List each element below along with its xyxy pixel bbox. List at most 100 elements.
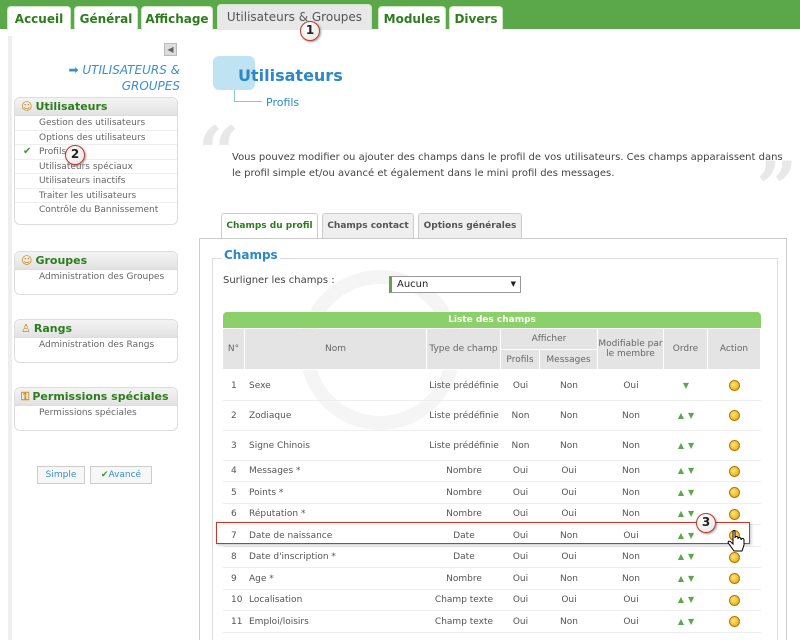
sidebar-section-permissions: ⚿ Permissions spéciales Permissions spéci… (14, 387, 178, 431)
sidebar-item-gestion[interactable]: Gestion des utilisateurs (15, 116, 177, 131)
cell-messages: Oui (561, 509, 577, 519)
edit-icon[interactable] (729, 440, 740, 451)
table-row: 9 Age * Nombre Oui Non Non ▲ ▼ (223, 569, 761, 590)
cell-name: Sexe (249, 380, 271, 391)
tab-utilisateurs-groupes[interactable]: Utilisateurs & Groupes (217, 4, 372, 30)
move-up-icon[interactable]: ▲ (678, 552, 684, 562)
order-controls: ▲ ▼ (664, 401, 708, 430)
tab-affichage[interactable]: Affichage (141, 6, 213, 30)
hand-cursor-icon (727, 530, 745, 552)
tab-general[interactable]: Général (74, 6, 138, 30)
cell-profiles: Oui (512, 487, 529, 498)
move-down-icon[interactable]: ▼ (688, 411, 694, 421)
order-controls: ▲ ▼ (664, 461, 708, 481)
tab-options-generales[interactable]: Options générales (418, 213, 522, 238)
sidebar-heading-groupes: ☺ Groupes (15, 252, 177, 270)
sidebar-item-options[interactable]: Options des utilisateurs (15, 131, 177, 145)
move-down-icon[interactable]: ▼ (688, 595, 694, 605)
cell-editable: Non (622, 410, 640, 421)
edit-icon[interactable] (729, 616, 740, 627)
move-up-icon[interactable]: ▲ (678, 574, 684, 584)
cell-type: Liste prédéfinie (429, 380, 499, 391)
move-down-icon[interactable]: ▼ (688, 441, 694, 451)
cell-profiles: Oui (512, 616, 529, 627)
cell-name: Signe Chinois (249, 440, 310, 451)
cell-messages: Non (560, 440, 578, 451)
cell-n: 4 (231, 466, 237, 476)
cell-editable: Oui (623, 595, 639, 605)
cell-name: Points * (249, 487, 284, 498)
edit-icon[interactable] (729, 410, 740, 421)
move-down-icon[interactable]: ▼ (688, 466, 694, 476)
move-down-icon[interactable]: ▼ (688, 509, 694, 519)
sidebar-item-inactifs[interactable]: Utilisateurs inactifs (15, 174, 177, 189)
cell-n: 6 (231, 509, 237, 519)
cell-type: Nombre (446, 487, 482, 498)
order-controls: ▲ ▼ (664, 569, 708, 589)
sidebar-item-traiter[interactable]: Traiter les utilisateurs (15, 189, 177, 203)
cell-editable: Oui (623, 380, 639, 391)
col-header-messages: Messages (540, 350, 598, 370)
move-up-icon[interactable]: ▲ (678, 488, 684, 498)
move-down-icon[interactable]: ▼ (688, 552, 694, 562)
cell-type: Champ texte (434, 616, 494, 627)
sidebar-item-speciaux[interactable]: Utilisateurs spéciaux (15, 160, 177, 174)
cell-profiles: Oui (512, 466, 529, 476)
highlight-select[interactable]: Aucun ▼ (389, 276, 521, 293)
sidebar-item-admin-rangs[interactable]: Administration des Rangs (15, 338, 177, 353)
cell-type: Champ texte (434, 595, 494, 605)
sidebar-section-utilisateurs: ☺ Utilisateurs Gestion des utilisateurs O… (14, 97, 178, 225)
move-up-icon[interactable]: ▲ (678, 617, 684, 627)
col-header-name: Nom (245, 329, 427, 370)
table-row: 4 Messages * Nombre Oui Oui Non ▲ ▼ (223, 461, 761, 482)
edit-icon[interactable] (729, 487, 740, 498)
sidebar-border (8, 36, 12, 640)
sidebar-item-bannissement[interactable]: Contrôle du Bannissement (15, 203, 177, 218)
col-header-show: Afficher (501, 329, 598, 350)
tab-champs-profil[interactable]: Champs du profil (221, 213, 318, 239)
advanced-mode-button[interactable]: ✔Avancé (90, 466, 152, 484)
cell-editable: Non (622, 466, 640, 476)
sidebar-item-profils[interactable]: ✔ Profils (15, 145, 177, 160)
edit-icon[interactable] (729, 380, 740, 391)
tab-modules[interactable]: Modules (378, 6, 446, 30)
action-cell (708, 401, 761, 430)
edit-icon[interactable] (729, 573, 740, 584)
cell-messages: Non (560, 380, 578, 391)
sidebar-heading-rangs: ♙ Rangs (15, 320, 177, 338)
move-up-icon[interactable]: ▲ (678, 509, 684, 519)
tab-divers[interactable]: Divers (449, 6, 503, 30)
title-connector-arrow (234, 101, 262, 102)
tab-champs-contact[interactable]: Champs contact (322, 213, 414, 238)
move-down-icon[interactable]: ▼ (688, 574, 694, 584)
edit-icon[interactable] (729, 465, 740, 477)
cell-n: 3 (231, 440, 237, 451)
move-down-icon[interactable]: ▼ (683, 381, 689, 391)
move-up-icon[interactable]: ▲ (678, 595, 684, 605)
move-up-icon[interactable]: ▲ (678, 411, 684, 421)
cell-n: 8 (231, 552, 237, 562)
action-cell (708, 569, 761, 589)
cell-messages: Oui (561, 595, 577, 605)
cell-type: Nombre (446, 509, 482, 519)
cell-messages: Non (560, 573, 578, 584)
tab-accueil[interactable]: Accueil (7, 6, 71, 30)
action-cell (708, 431, 761, 460)
move-up-icon[interactable]: ▲ (678, 441, 684, 451)
move-up-icon[interactable]: ▲ (678, 466, 684, 476)
user-icon: ☺ (21, 100, 33, 113)
group-icon: ☺ (21, 254, 33, 267)
move-down-icon[interactable]: ▼ (688, 488, 694, 498)
cell-name: Messages * (249, 466, 301, 476)
cell-n: 11 (231, 616, 243, 627)
edit-icon[interactable] (729, 508, 740, 520)
cell-editable: Non (622, 487, 640, 498)
simple-mode-button[interactable]: Simple (37, 466, 85, 484)
sidebar-item-admin-groupes[interactable]: Administration des Groupes (15, 270, 177, 285)
step-marker-1: 1 (300, 21, 320, 41)
move-down-icon[interactable]: ▼ (688, 617, 694, 627)
collapse-sidebar-icon[interactable]: ◀ (164, 43, 177, 56)
action-cell (708, 371, 761, 400)
sidebar-item-permissions[interactable]: Permissions spéciales (15, 406, 177, 421)
edit-icon[interactable] (729, 594, 740, 606)
